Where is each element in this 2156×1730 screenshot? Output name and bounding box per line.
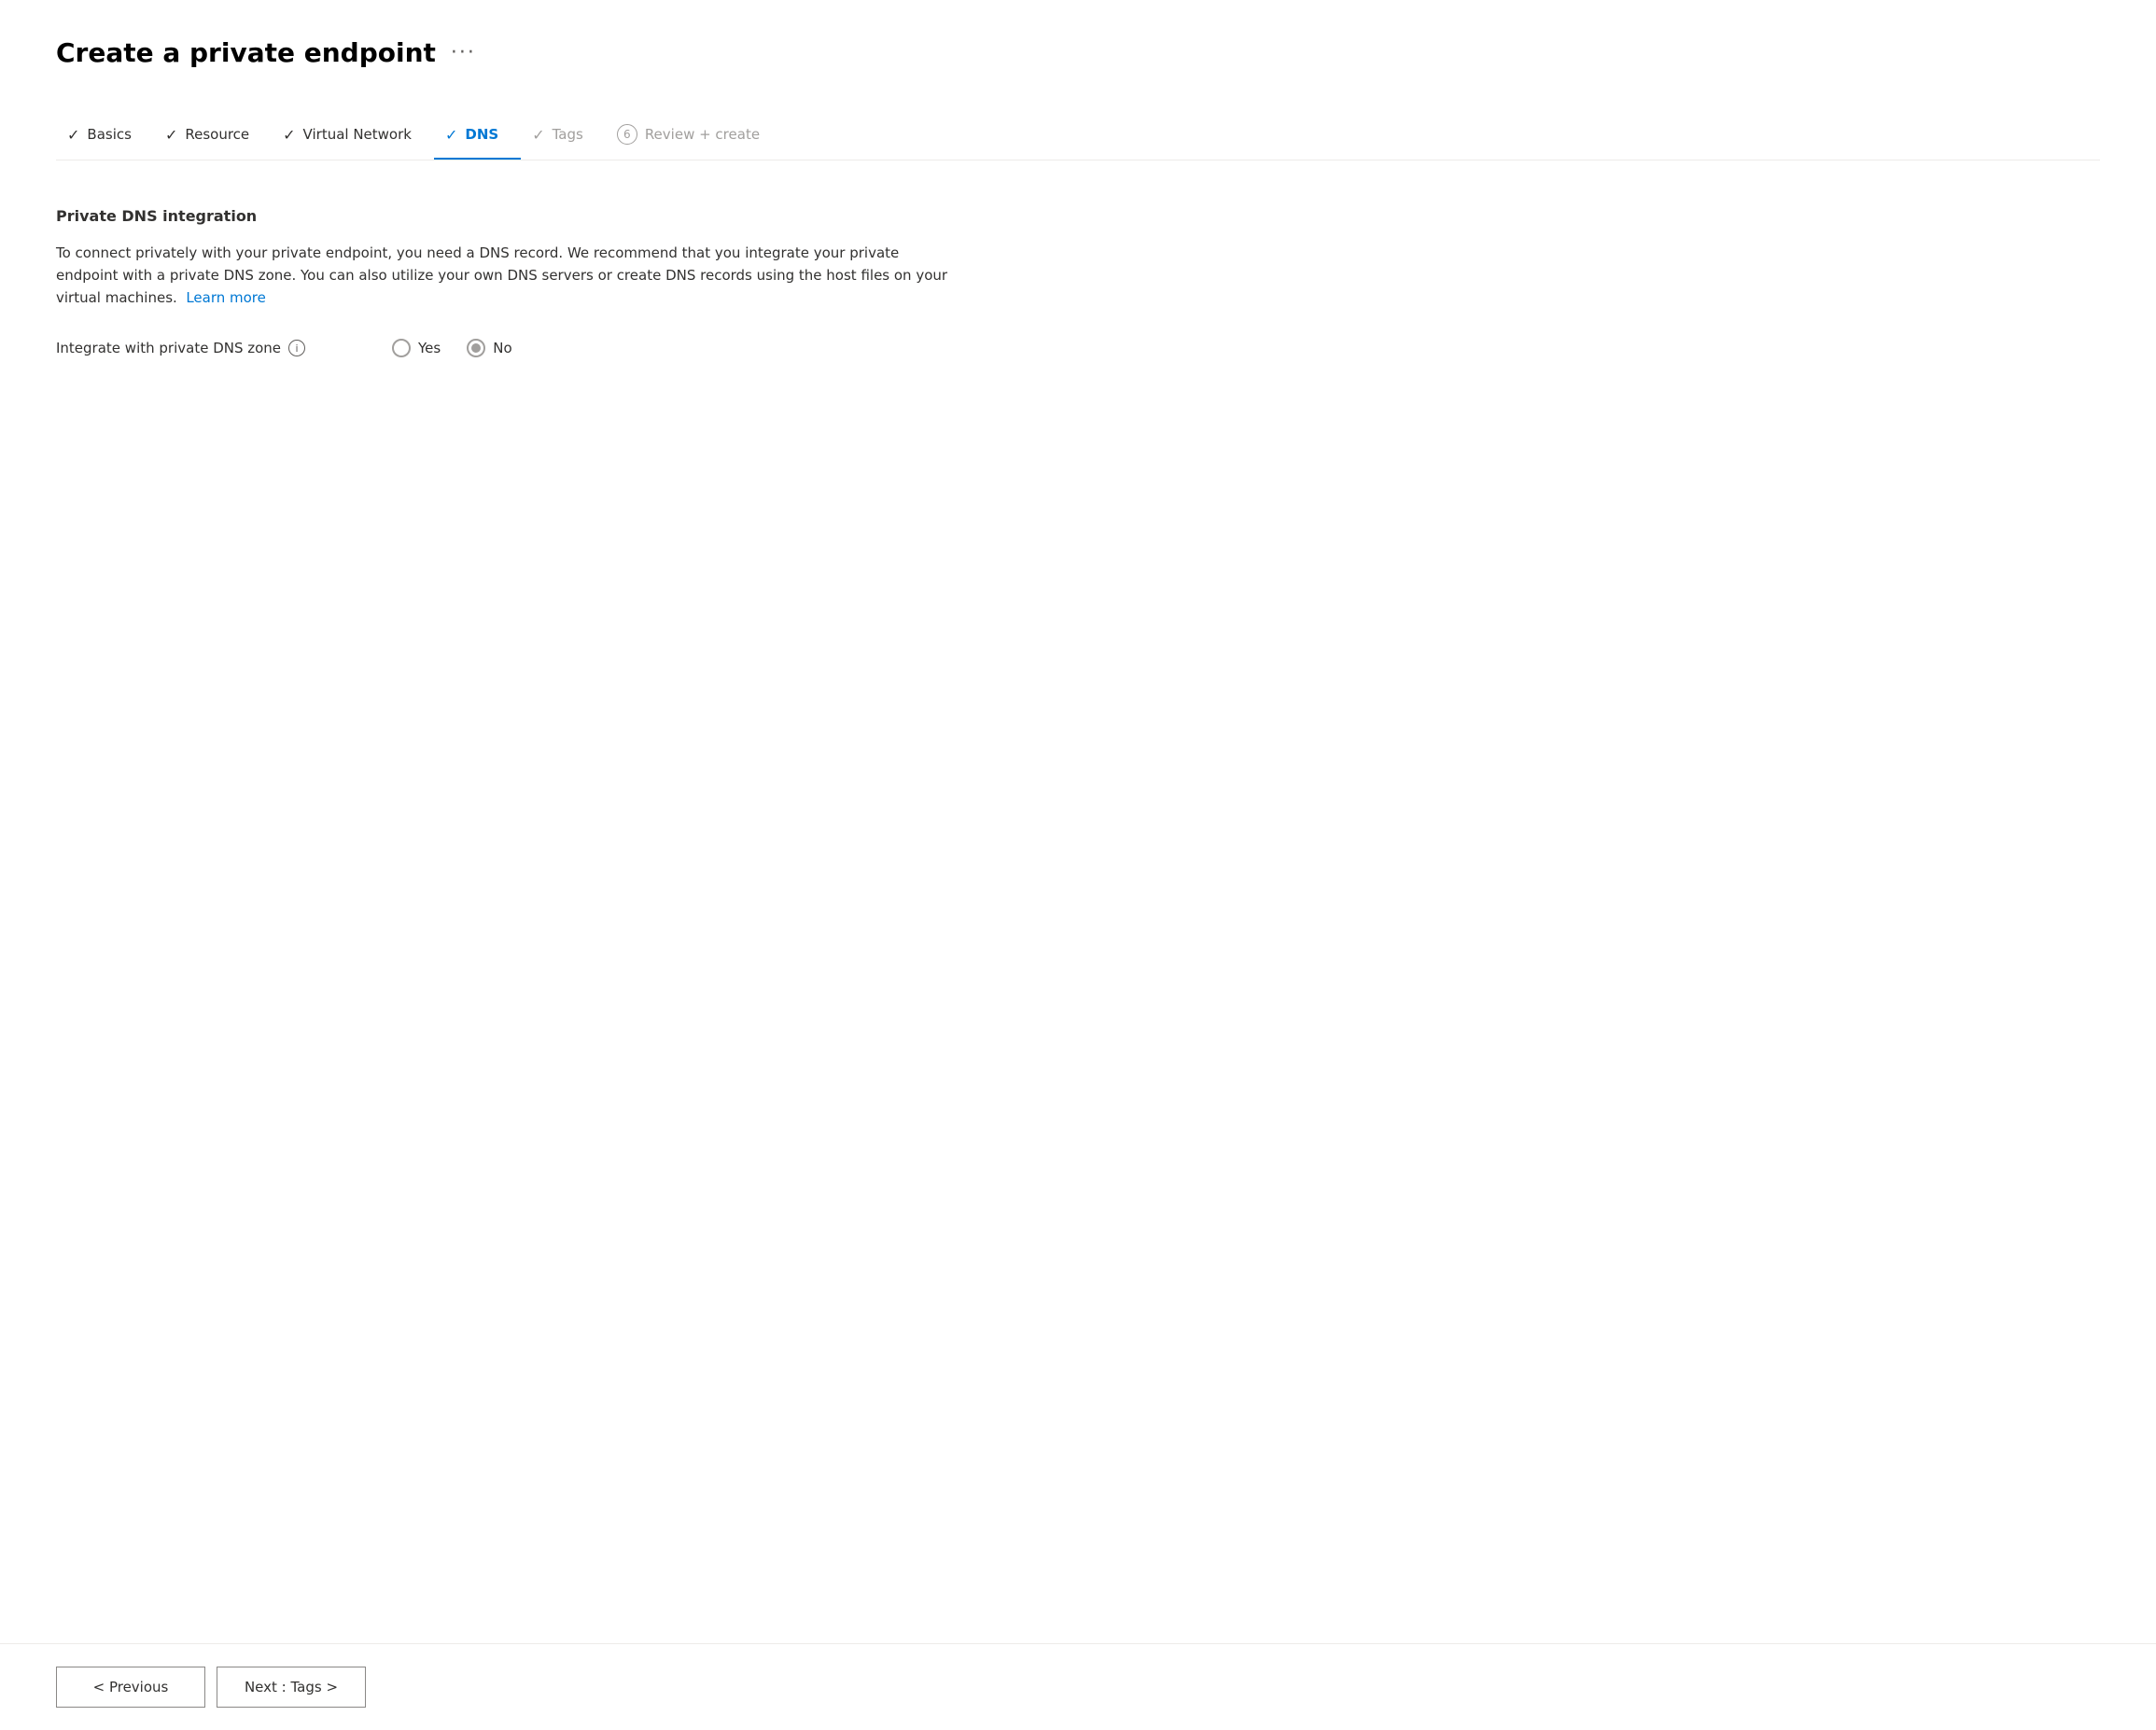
step-basics-check: ✓ (67, 126, 79, 144)
step-dns-check: ✓ (445, 126, 457, 144)
radio-no-circle (467, 339, 485, 357)
step-basics[interactable]: ✓ Basics (56, 115, 154, 159)
field-label-text: Integrate with private DNS zone (56, 340, 281, 356)
page-title: Create a private endpoint (56, 37, 436, 68)
desc-line2: endpoint with a private DNS zone. You ca… (56, 267, 947, 284)
step-resource-check: ✓ (165, 126, 177, 144)
title-ellipsis: ··· (451, 41, 476, 64)
desc-line3: virtual machines. (56, 289, 177, 306)
desc-line1: To connect privately with your private e… (56, 244, 899, 261)
step-virtual-network[interactable]: ✓ Virtual Network (272, 115, 434, 159)
radio-no-option[interactable]: No (467, 339, 511, 357)
learn-more-link[interactable]: Learn more (186, 289, 266, 306)
info-icon[interactable]: i (288, 340, 305, 356)
wizard-steps: ✓ Basics ✓ Resource ✓ Virtual Network ✓ … (56, 113, 2100, 160)
step-resource-label: Resource (185, 126, 249, 143)
step-tags-check: ✓ (532, 126, 544, 144)
step-review-number: 6 (617, 124, 637, 145)
page-title-row: Create a private endpoint ··· (56, 37, 2100, 68)
field-label: Integrate with private DNS zone i (56, 340, 355, 356)
radio-no-label: No (493, 340, 511, 356)
next-button[interactable]: Next : Tags > (217, 1667, 366, 1708)
field-row: Integrate with private DNS zone i Yes No (56, 339, 1363, 357)
step-tags-label: Tags (553, 126, 583, 143)
step-review-create[interactable]: 6 Review + create (606, 113, 782, 160)
section-title: Private DNS integration (56, 207, 1363, 225)
radio-yes-label: Yes (418, 340, 441, 356)
step-resource[interactable]: ✓ Resource (154, 115, 272, 159)
previous-button[interactable]: < Previous (56, 1667, 205, 1708)
step-vnet-label: Virtual Network (303, 126, 412, 143)
step-review-label: Review + create (645, 126, 760, 143)
radio-group: Yes No (392, 339, 512, 357)
description: To connect privately with your private e… (56, 242, 1176, 309)
step-tags[interactable]: ✓ Tags (521, 115, 606, 159)
step-basics-label: Basics (87, 126, 132, 143)
footer: < Previous Next : Tags > (0, 1643, 2156, 1730)
step-dns-label: DNS (465, 126, 498, 143)
content-area: Private DNS integration To connect priva… (56, 198, 1363, 367)
step-dns[interactable]: ✓ DNS (434, 115, 521, 159)
radio-yes-option[interactable]: Yes (392, 339, 441, 357)
radio-yes-circle (392, 339, 411, 357)
step-vnet-check: ✓ (283, 126, 295, 144)
